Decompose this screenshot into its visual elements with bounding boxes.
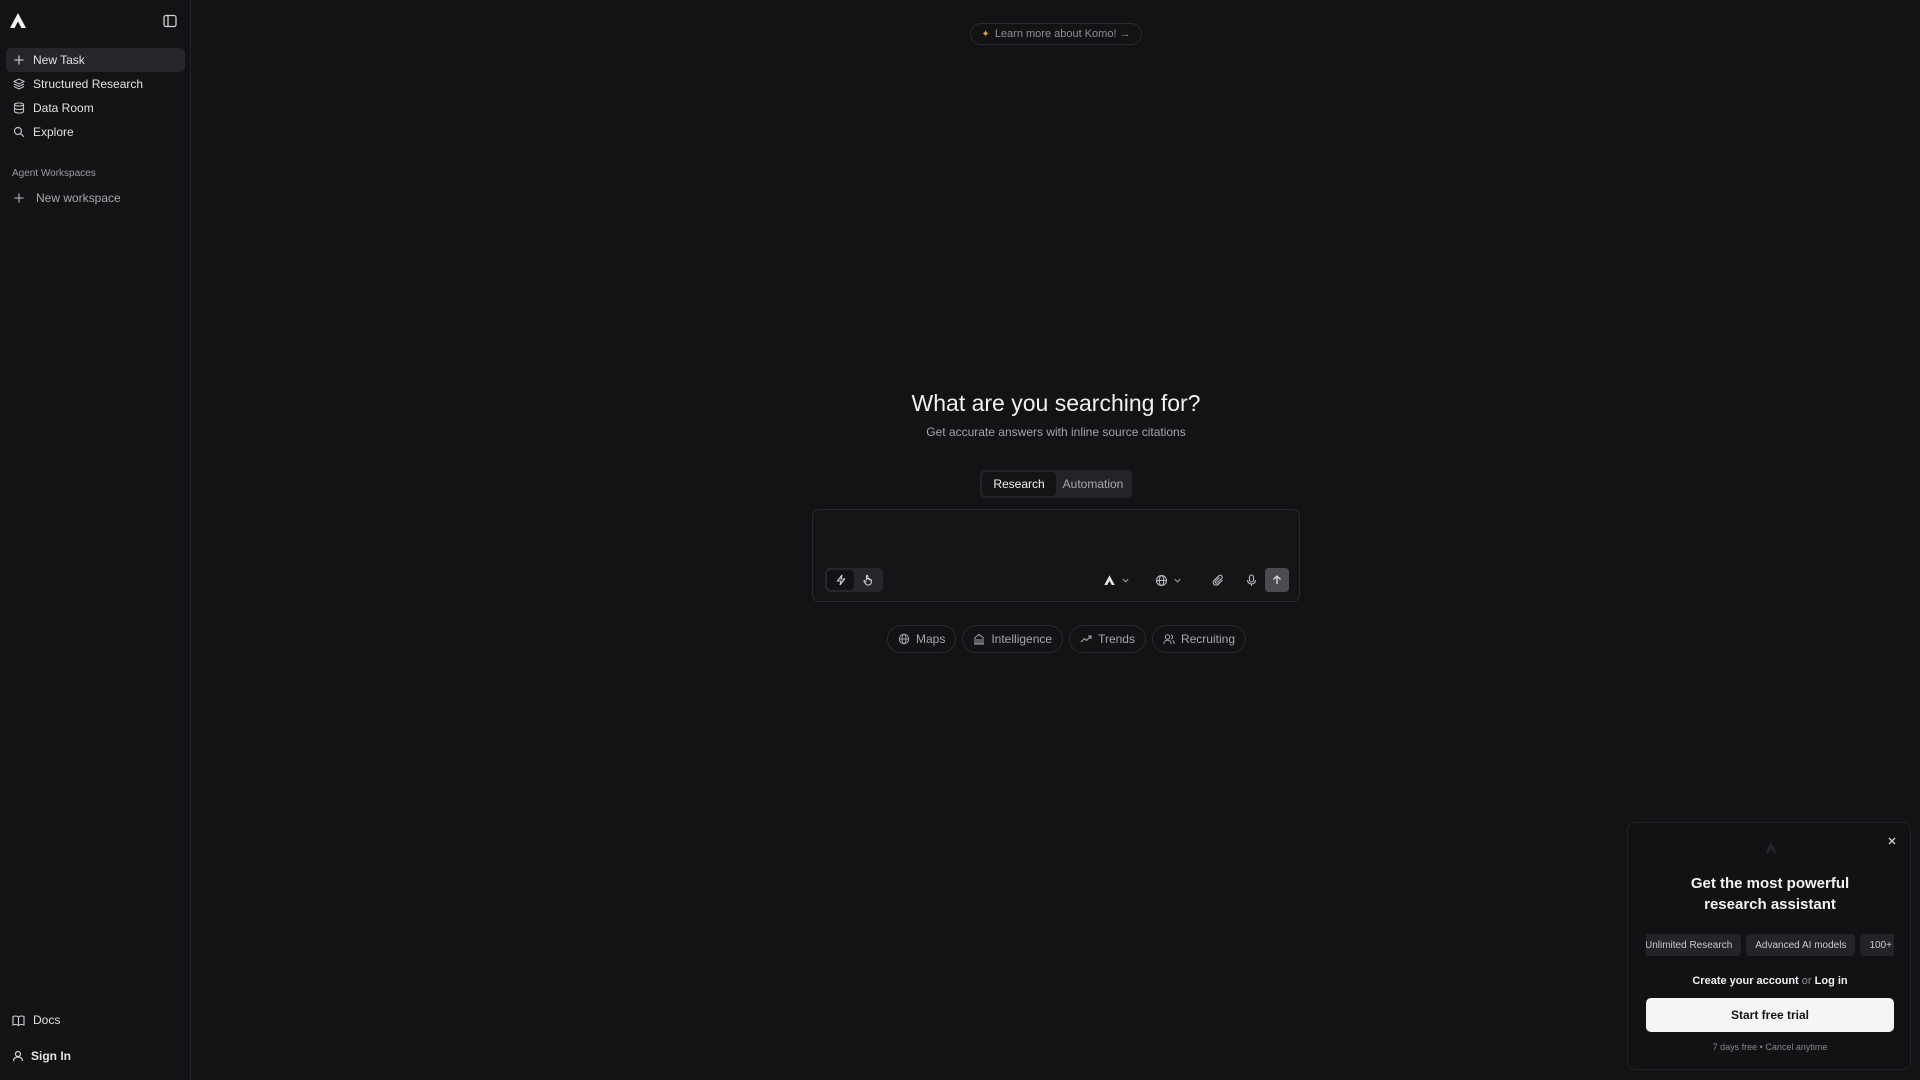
sidebar: New Task Structured Research Data Room E… bbox=[0, 0, 191, 1080]
sidebar-item-label: New Task bbox=[33, 53, 85, 67]
microphone-icon bbox=[1246, 573, 1256, 586]
popup-title: Get the most powerful research assistant bbox=[1628, 873, 1910, 915]
sign-in-button[interactable]: Sign In bbox=[6, 1044, 185, 1068]
komo-logo-icon[interactable] bbox=[8, 11, 28, 31]
chip-label: Maps bbox=[916, 632, 946, 646]
chip-maps[interactable]: Maps bbox=[887, 625, 957, 653]
feature-badge: Unlimited Research bbox=[1646, 934, 1742, 956]
sidebar-nav: New Task Structured Research Data Room E… bbox=[6, 48, 185, 144]
start-free-trial-button[interactable]: Start free trial bbox=[1646, 998, 1894, 1032]
chip-label: Trends bbox=[1098, 632, 1135, 646]
query-composer bbox=[812, 509, 1300, 602]
chip-intelligence[interactable]: Intelligence bbox=[962, 625, 1064, 653]
mode-switch: Research Automation bbox=[980, 470, 1132, 498]
learn-more-pill[interactable]: ✦ Learn more about Komo! → bbox=[970, 23, 1142, 45]
sign-in-label: Sign In bbox=[31, 1049, 71, 1063]
users-icon bbox=[1163, 634, 1175, 645]
account-prompt: Create your account or Log in bbox=[1628, 975, 1910, 987]
agent-workspaces-heading: Agent Workspaces bbox=[12, 168, 96, 179]
page-subtitle: Get accurate answers with inline source … bbox=[926, 425, 1186, 439]
tab-automation[interactable]: Automation bbox=[1056, 472, 1130, 496]
close-icon[interactable] bbox=[1886, 835, 1898, 847]
query-input[interactable] bbox=[825, 520, 1287, 560]
sidebar-item-explore[interactable]: Explore bbox=[6, 120, 185, 144]
sparkle-icon: ✦ bbox=[981, 28, 990, 40]
search-icon bbox=[13, 126, 25, 138]
globe-icon bbox=[1155, 574, 1168, 586]
popup-title-line-1: Get the most powerful bbox=[1690, 875, 1850, 892]
create-account-link[interactable]: Create your account bbox=[1692, 975, 1798, 987]
sidebar-item-label: Structured Research bbox=[33, 77, 144, 91]
docs-label: Docs bbox=[33, 1013, 61, 1027]
model-selector[interactable] bbox=[1103, 568, 1130, 592]
sidebar-item-new-task[interactable]: New Task bbox=[6, 48, 185, 72]
new-workspace-button[interactable]: New workspace bbox=[6, 186, 185, 210]
suggestion-chips: Maps Intelligence Trends Recruiting bbox=[887, 625, 1246, 653]
user-icon bbox=[12, 1050, 24, 1062]
chevron-down-icon bbox=[1122, 578, 1129, 583]
paperclip-icon bbox=[1212, 574, 1223, 586]
trending-up-icon bbox=[1080, 635, 1092, 643]
feature-badge: Advanced AI models bbox=[1746, 934, 1856, 956]
komo-logo-icon bbox=[1764, 841, 1778, 855]
or-text: or bbox=[1801, 975, 1812, 987]
database-icon bbox=[13, 102, 25, 114]
new-workspace-label: New workspace bbox=[36, 191, 121, 205]
chip-trends[interactable]: Trends bbox=[1069, 625, 1146, 653]
chip-label: Recruiting bbox=[1180, 632, 1235, 646]
signup-popup: Get the most powerful research assistant… bbox=[1627, 822, 1911, 1070]
source-selector[interactable] bbox=[1155, 568, 1182, 592]
chip-label: Intelligence bbox=[991, 632, 1053, 646]
popup-title-line-2: research assistant bbox=[1704, 896, 1836, 913]
feature-carousel: Unlimited Research Advanced AI models 10… bbox=[1646, 934, 1894, 956]
hand-pointer-icon[interactable] bbox=[854, 570, 881, 590]
komo-logo-icon bbox=[1104, 574, 1115, 585]
speed-mode-toggle bbox=[825, 568, 883, 592]
send-button[interactable] bbox=[1265, 568, 1289, 592]
globe-icon bbox=[898, 633, 910, 645]
layers-icon bbox=[13, 78, 25, 90]
page-title: What are you searching for? bbox=[911, 390, 1201, 416]
plus-icon bbox=[13, 54, 25, 66]
plus-icon bbox=[13, 192, 25, 204]
trial-note: 7 days free • Cancel anytime bbox=[1712, 1042, 1828, 1052]
sidebar-item-label: Explore bbox=[33, 125, 74, 139]
attach-button[interactable] bbox=[1209, 568, 1227, 592]
building-icon bbox=[974, 633, 985, 645]
lightning-icon[interactable] bbox=[827, 570, 854, 590]
arrow-up-icon bbox=[1273, 575, 1281, 584]
sidebar-item-label: Data Room bbox=[33, 101, 94, 115]
feature-badge: 100+ bbox=[1860, 934, 1894, 956]
chip-recruiting[interactable]: Recruiting bbox=[1151, 625, 1246, 653]
sidebar-toggle-icon[interactable] bbox=[162, 13, 178, 29]
tab-research[interactable]: Research bbox=[982, 472, 1056, 496]
learn-more-label: Learn more about Komo! → bbox=[994, 28, 1131, 40]
docs-link[interactable]: Docs bbox=[6, 1008, 185, 1032]
sidebar-item-data-room[interactable]: Data Room bbox=[6, 96, 185, 120]
book-icon bbox=[12, 1014, 25, 1027]
sidebar-item-structured-research[interactable]: Structured Research bbox=[6, 72, 185, 96]
log-in-link[interactable]: Log in bbox=[1815, 975, 1848, 987]
voice-input-button[interactable] bbox=[1242, 568, 1260, 592]
chevron-down-icon bbox=[1174, 578, 1181, 583]
